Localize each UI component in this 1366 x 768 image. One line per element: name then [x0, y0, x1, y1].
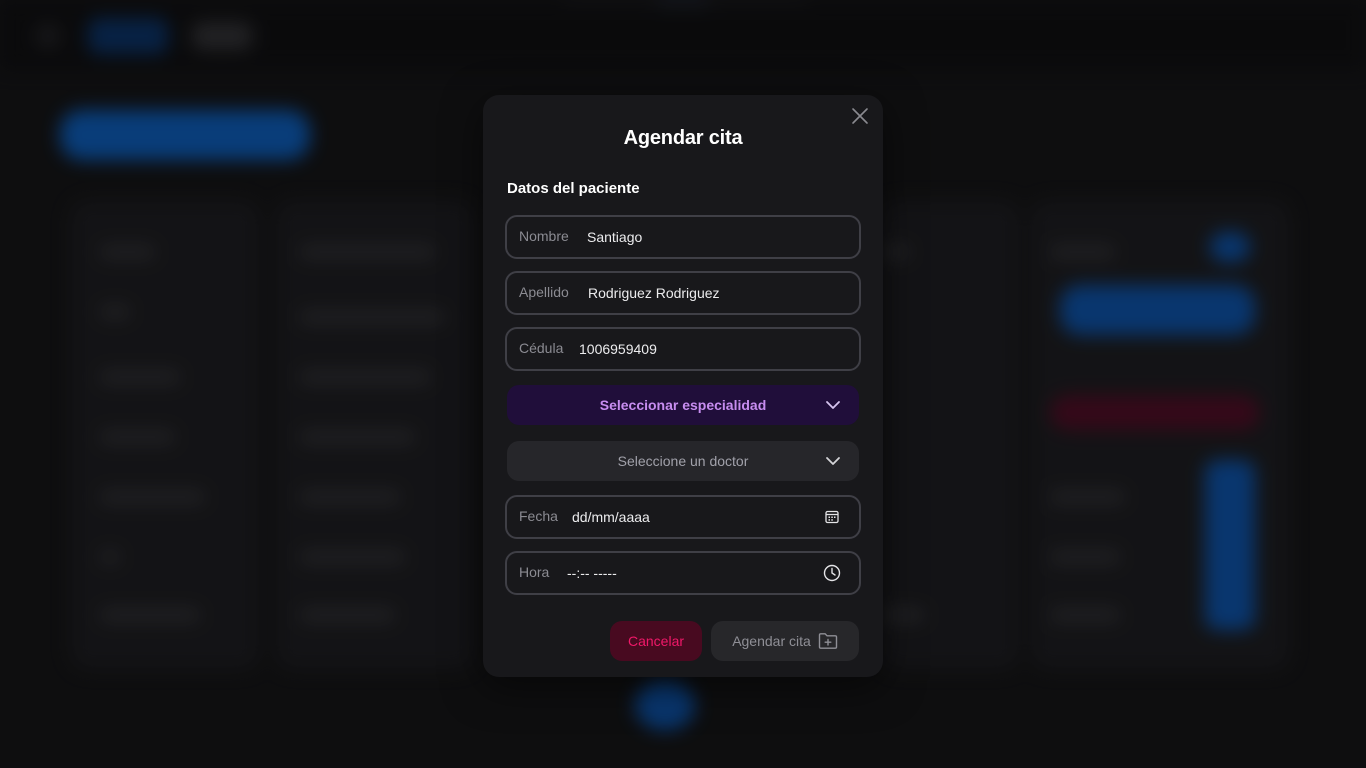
- hora-input[interactable]: --:-- -----: [567, 565, 617, 581]
- cancel-button[interactable]: Cancelar: [610, 621, 702, 661]
- chevron-down-icon: [826, 401, 840, 409]
- apellido-label: Apellido: [519, 284, 569, 300]
- cedula-label: Cédula: [519, 340, 564, 356]
- nombre-input[interactable]: Santiago: [587, 229, 642, 245]
- section-title: Datos del paciente: [507, 180, 640, 197]
- especialidad-select[interactable]: Seleccionar especialidad: [507, 385, 859, 425]
- hora-label: Hora: [519, 564, 550, 580]
- cancel-button-label: Cancelar: [627, 633, 685, 649]
- folder-plus-icon: [818, 633, 837, 649]
- clock-icon[interactable]: [823, 564, 841, 582]
- modal-title: Agendar cita: [623, 127, 743, 149]
- close-button[interactable]: [849, 105, 871, 127]
- close-icon: [852, 108, 868, 124]
- cedula-field[interactable]: Cédula 1006959409: [505, 327, 861, 371]
- doctor-select[interactable]: Seleccione un doctor: [507, 441, 859, 481]
- apellido-field[interactable]: Apellido Rodriguez Rodriguez: [505, 271, 861, 315]
- apellido-input[interactable]: Rodriguez Rodriguez: [588, 285, 720, 301]
- calendar-icon[interactable]: [823, 508, 841, 526]
- appointment-modal: Agendar cita Datos del paciente Nombre S…: [483, 95, 883, 677]
- fecha-field[interactable]: Fecha dd/mm/aaaa: [505, 495, 861, 539]
- doctor-select-text: Seleccione un doctor: [617, 453, 749, 469]
- hora-field[interactable]: Hora --:-- -----: [505, 551, 861, 595]
- agendar-cita-button[interactable]: Agendar cita: [711, 621, 859, 661]
- agendar-cita-button-label: Agendar cita: [732, 633, 811, 649]
- nombre-field[interactable]: Nombre Santiago: [505, 215, 861, 259]
- nombre-label: Nombre: [519, 228, 569, 244]
- especialidad-select-text: Seleccionar especialidad: [599, 397, 767, 413]
- cedula-input[interactable]: 1006959409: [579, 341, 657, 357]
- fecha-label: Fecha: [519, 508, 558, 524]
- fecha-input[interactable]: dd/mm/aaaa: [572, 509, 650, 525]
- chevron-down-icon: [826, 457, 840, 465]
